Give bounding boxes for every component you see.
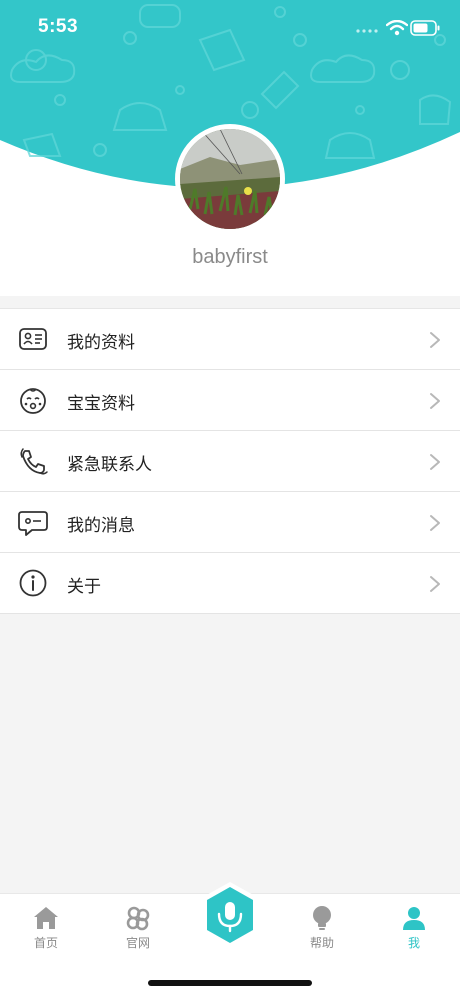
menu-item-label: 宝宝资料: [67, 394, 135, 414]
menu-item-label: 关于: [67, 577, 101, 597]
tab-home[interactable]: 首页: [0, 900, 92, 956]
tab-label: 官网: [125, 936, 150, 950]
avatar[interactable]: [175, 124, 285, 234]
profile-icon: [403, 907, 425, 930]
settings-menu: 我的资料 宝宝资料 紧急联系人 我的消息 关于: [0, 308, 460, 614]
tab-label: 帮助: [309, 936, 334, 950]
menu-item-about[interactable]: 关于: [0, 553, 460, 614]
menu-item-label: 我的消息: [67, 516, 135, 536]
tab-help[interactable]: 帮助: [276, 900, 368, 956]
id-card-icon: [17, 323, 49, 355]
home-icon: [34, 907, 58, 929]
username: babyfirst: [192, 246, 268, 268]
website-icon: [126, 906, 150, 931]
battery-icon: [410, 20, 440, 36]
menu-item-label: 紧急联系人: [67, 455, 152, 475]
tab-label: 我: [407, 936, 420, 950]
menu-item-my-profile[interactable]: 我的资料: [0, 309, 460, 370]
chevron-right-icon: [430, 576, 440, 592]
profile-header: 5:53 babyfirst: [0, 0, 460, 296]
menu-item-label: 我的资料: [67, 333, 135, 353]
info-icon: [17, 567, 49, 599]
tab-me[interactable]: 我: [368, 900, 460, 956]
wifi-icon: [386, 20, 408, 36]
chevron-right-icon: [430, 332, 440, 348]
lightbulb-icon: [313, 906, 331, 930]
chevron-right-icon: [430, 515, 440, 531]
menu-item-emergency-contact[interactable]: 紧急联系人: [0, 431, 460, 492]
microphone-icon: [203, 882, 257, 948]
home-indicator: [148, 980, 312, 986]
message-icon: [17, 506, 49, 538]
chevron-right-icon: [430, 393, 440, 409]
tab-label: 首页: [33, 936, 58, 950]
baby-face-icon: [17, 384, 49, 416]
tab-website[interactable]: 官网: [92, 900, 184, 956]
signal-dots-icon: [356, 29, 378, 33]
menu-item-my-messages[interactable]: 我的消息: [0, 492, 460, 553]
avatar-photo: [180, 129, 280, 229]
status-bar: 5:53: [0, 0, 460, 56]
voice-record-button[interactable]: [197, 880, 263, 950]
chevron-right-icon: [430, 454, 440, 470]
menu-item-baby-profile[interactable]: 宝宝资料: [0, 370, 460, 431]
phone-call-icon: [17, 445, 49, 477]
status-time: 5:53: [38, 16, 79, 37]
